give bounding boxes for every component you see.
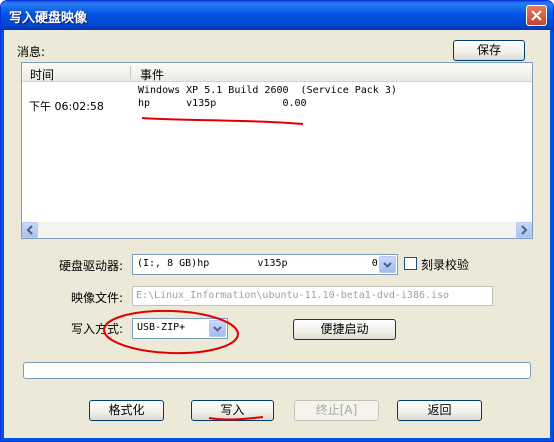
horizontal-scrollbar[interactable] <box>22 222 532 238</box>
frame-right <box>550 30 553 441</box>
image-file-path: E:\Linux_Information\ubuntu-11.10-beta1-… <box>136 290 450 301</box>
row-event-line-2: hp v135p 0.00 <box>138 98 307 109</box>
disk-drive-label: 硬盘驱动器: <box>59 259 124 273</box>
image-file-field[interactable]: E:\Linux_Information\ubuntu-11.10-beta1-… <box>132 286 493 306</box>
disk-drive-value: (I:, 8 GB)hp v135p 0.00 <box>137 258 396 269</box>
chevron-right-icon <box>521 225 528 235</box>
write-button[interactable]: 写入 <box>191 400 274 421</box>
column-separator[interactable] <box>130 66 131 79</box>
column-event[interactable]: 事件 <box>140 66 164 83</box>
frame-left <box>1 30 4 441</box>
save-button[interactable]: 保存 <box>453 40 525 61</box>
list-header: 时间 事件 <box>22 63 532 82</box>
write-method-select[interactable]: USB-ZIP+ <box>132 318 228 339</box>
verify-label[interactable]: 刻录校验 <box>421 256 469 273</box>
image-file-label: 映像文件: <box>71 291 124 305</box>
quick-boot-button[interactable]: 便捷启动 <box>293 319 396 340</box>
write-disk-image-dialog: 写入硬盘映像 消息: 保存 时间 事件 下午 06:02:58 Windows … <box>0 0 554 442</box>
close-icon <box>531 10 542 21</box>
chevron-down-icon <box>213 326 222 332</box>
window-title: 写入硬盘映像 <box>9 11 88 26</box>
title-bar[interactable]: 写入硬盘映像 <box>1 1 553 30</box>
close-button[interactable] <box>526 5 547 26</box>
verify-checkbox[interactable] <box>404 257 417 270</box>
write-method-label: 写入方式: <box>71 322 124 336</box>
chevron-left-icon <box>26 225 33 235</box>
message-list[interactable]: 时间 事件 下午 06:02:58 Windows XP 5.1 Build 2… <box>21 62 533 239</box>
back-button[interactable]: 返回 <box>397 400 482 421</box>
messages-label: 消息: <box>17 45 46 59</box>
row-time: 下午 06:02:58 <box>29 100 104 113</box>
chevron-down-icon <box>383 262 392 268</box>
row-event-line-1: Windows XP 5.1 Build 2600 (Service Pack … <box>138 85 397 96</box>
format-button[interactable]: 格式化 <box>89 400 164 421</box>
abort-button[interactable]: 终止[A] <box>294 400 379 421</box>
scroll-right-button[interactable] <box>516 222 532 238</box>
write-method-dropdown-button[interactable] <box>209 320 226 337</box>
frame-bottom <box>1 438 553 441</box>
scroll-left-button[interactable] <box>22 222 38 238</box>
write-method-value: USB-ZIP+ <box>137 322 186 333</box>
disk-drive-select[interactable]: (I:, 8 GB)hp v135p 0.00 <box>132 254 398 275</box>
write-progress-bar <box>23 362 531 379</box>
disk-drive-dropdown-button[interactable] <box>379 256 396 273</box>
column-time[interactable]: 时间 <box>30 66 54 83</box>
